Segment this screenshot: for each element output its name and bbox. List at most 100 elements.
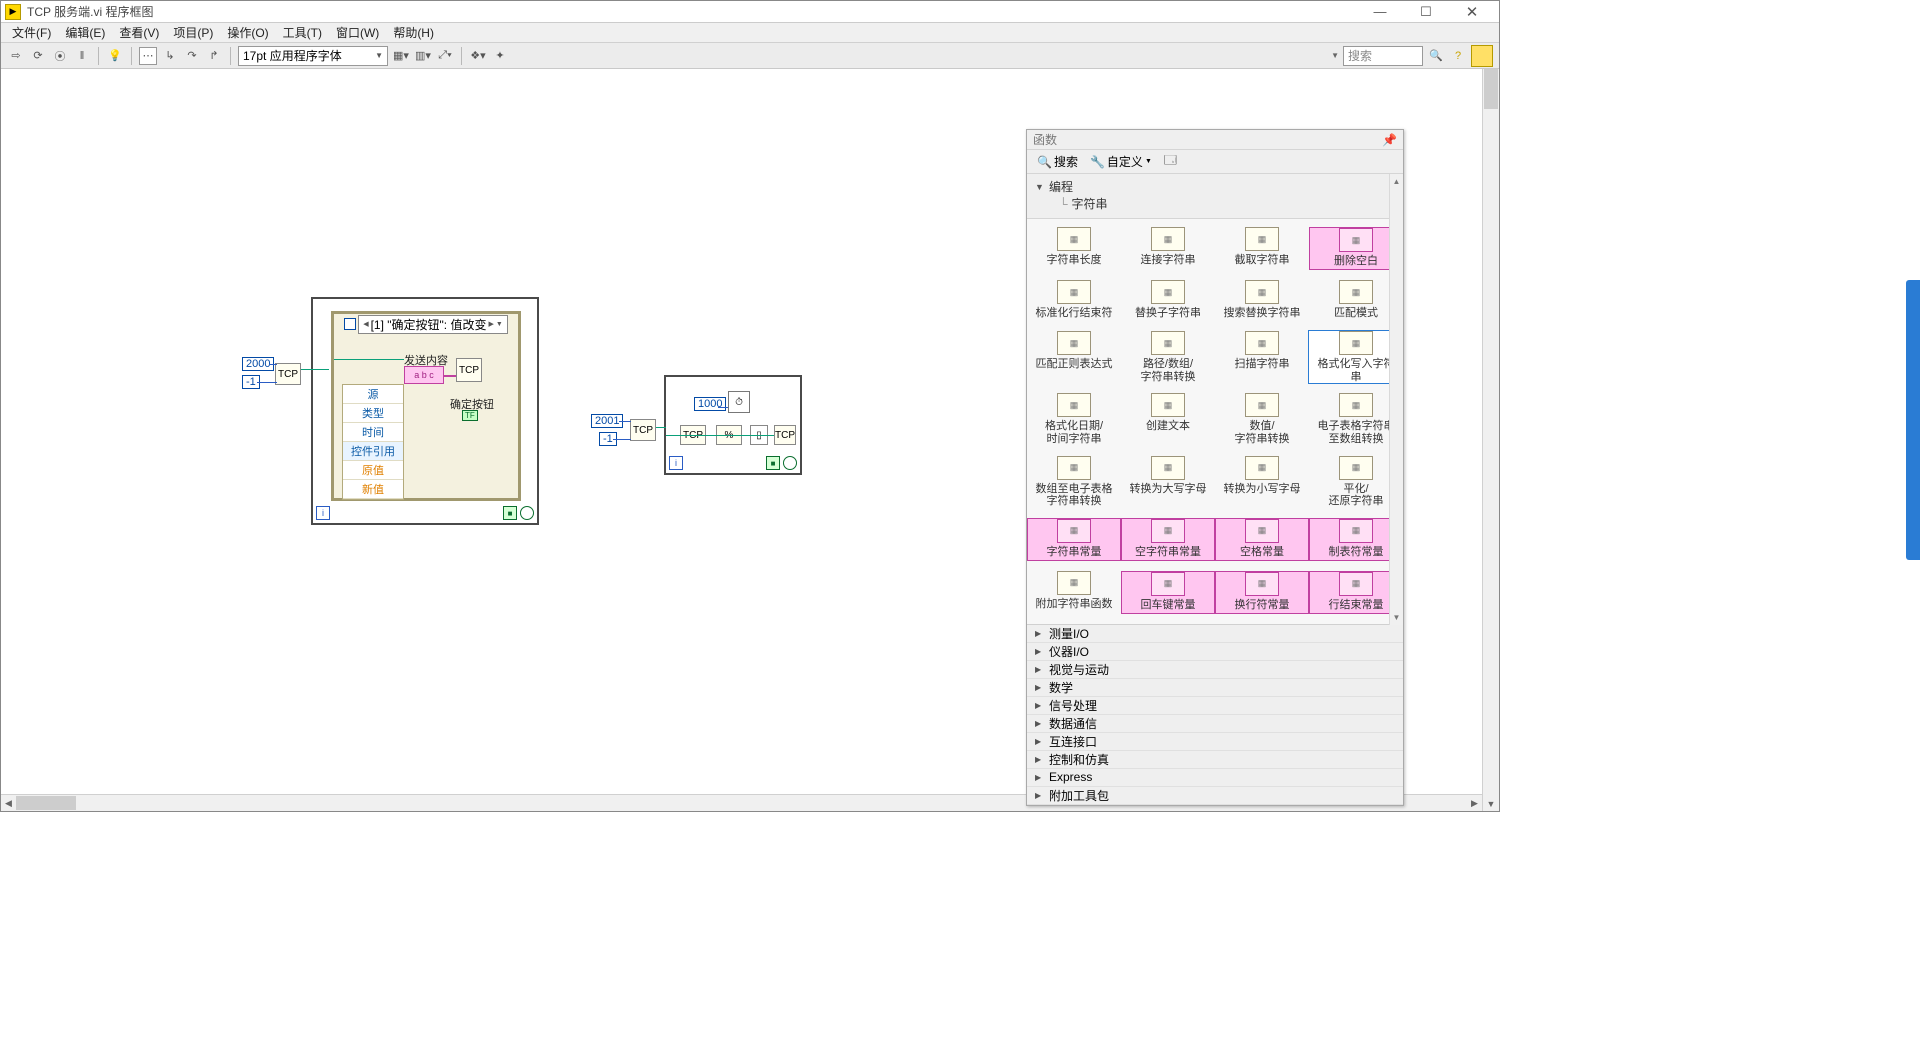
tcp-listen-node[interactable]: TCP [275, 363, 301, 385]
scroll-left-icon[interactable]: ◀ [1, 795, 16, 811]
palette-item-12[interactable]: ▦格式化日期/时间字符串 [1027, 393, 1121, 445]
cleanup-button[interactable]: ✦ [491, 47, 509, 65]
palette-category-2[interactable]: ▶视觉与运动 [1027, 661, 1403, 679]
v-scrollbar[interactable]: ▲ ▼ [1482, 69, 1499, 811]
loop1-stop-terminal[interactable]: ■ [503, 506, 517, 520]
run-cont-button[interactable]: ⟳ [29, 47, 47, 65]
font-selector[interactable]: 17pt 应用程序字体 ▼ [238, 46, 388, 66]
tcp-write-node[interactable]: TCP [456, 358, 482, 382]
chevron-down-icon: ▼ [375, 51, 383, 60]
tcp-close-node[interactable]: TCP [774, 425, 796, 445]
tcp-open-node[interactable]: TCP [630, 419, 656, 441]
ev-type: 类型 [343, 404, 403, 423]
palette-item-icon: ▦ [1245, 280, 1279, 304]
menu-edit[interactable]: 编辑(E) [60, 23, 110, 42]
palette-category-4[interactable]: ▶信号处理 [1027, 697, 1403, 715]
step-into-button[interactable]: ↳ [161, 47, 179, 65]
side-tab[interactable] [1906, 280, 1920, 560]
vi-icon[interactable] [1471, 45, 1493, 67]
palette-item-24[interactable]: ▦附加字符串函数 [1027, 571, 1121, 614]
palette-item-16[interactable]: ▦数组至电子表格字符串转换 [1027, 456, 1121, 508]
event-case-header[interactable]: ◀[1] "确定按钮": 值改变▶▼ [336, 316, 516, 332]
palette-category-7[interactable]: ▶控制和仿真 [1027, 751, 1403, 769]
loop1-cond[interactable] [520, 506, 534, 520]
reorder-button[interactable]: ❖▾ [469, 47, 487, 65]
block-diagram-canvas[interactable]: 2000 -1 TCP ◀[1] "确定按钮": 值改变▶▼ 发送内容 a b … [1, 69, 1482, 811]
palette-category-3[interactable]: ▶数学 [1027, 679, 1403, 697]
palette-item-label: 空格常量 [1240, 546, 1284, 560]
tree-sub[interactable]: └ 字符串 [1035, 195, 1403, 212]
menu-help[interactable]: 帮助(H) [388, 23, 439, 42]
scroll-down-icon[interactable]: ▼ [1483, 796, 1499, 811]
palette-item-26[interactable]: ▦换行符常量 [1215, 571, 1309, 614]
palette-item-14[interactable]: ▦数值/字符串转换 [1215, 393, 1309, 445]
palette-item-25[interactable]: ▦回车键常量 [1121, 571, 1215, 614]
minimize-button[interactable]: — [1357, 4, 1403, 19]
search-icon[interactable]: 🔍 [1427, 47, 1445, 65]
palette-item-9[interactable]: ▦路径/数组/字符串转换 [1121, 331, 1215, 383]
run-button[interactable]: ⇨ [7, 47, 25, 65]
h-scroll-thumb[interactable] [16, 796, 76, 810]
menu-window[interactable]: 窗口(W) [331, 23, 384, 42]
pause-button[interactable]: ‖ [73, 47, 91, 65]
send-content-control[interactable]: a b c [404, 366, 444, 384]
chevron-down-icon[interactable]: ▼ [1331, 51, 1339, 60]
tree-root[interactable]: ▼编程 [1035, 178, 1403, 195]
palette-item-21[interactable]: ▦空字符串常量 [1121, 518, 1215, 561]
palette-item-18[interactable]: ▦转换为小写字母 [1215, 456, 1309, 508]
pin-icon[interactable]: 📌 [1382, 133, 1397, 147]
menu-view[interactable]: 查看(V) [114, 23, 164, 42]
palette-item-2[interactable]: ▦截取字符串 [1215, 227, 1309, 270]
palette-category-9[interactable]: ▶附加工具包 [1027, 787, 1403, 805]
maximize-button[interactable]: ☐ [1403, 4, 1449, 20]
toolbar-search[interactable]: 搜索 [1343, 46, 1423, 66]
palette-category-6[interactable]: ▶互连接口 [1027, 733, 1403, 751]
palette-item-10[interactable]: ▦扫描字符串 [1215, 331, 1309, 383]
v-scroll-thumb[interactable] [1484, 69, 1498, 109]
help-icon[interactable]: ? [1449, 47, 1467, 65]
align-button[interactable]: ▦▾ [392, 47, 410, 65]
scroll-up-icon[interactable]: ▲ [1390, 174, 1403, 188]
loop2-cond[interactable] [783, 456, 797, 470]
step-over-button[interactable]: ↷ [183, 47, 201, 65]
menu-file[interactable]: 文件(F) [7, 23, 56, 42]
palette-item-4[interactable]: ▦标准化行结束符 [1027, 280, 1121, 321]
scroll-down-icon[interactable]: ▼ [1390, 611, 1403, 625]
ok-button-terminal[interactable]: TF [462, 410, 478, 421]
scroll-right-icon[interactable]: ▶ [1467, 795, 1482, 811]
const-1000[interactable]: 1000 [694, 397, 726, 411]
close-button[interactable]: ✕ [1449, 3, 1495, 21]
step-out-button[interactable]: ↱ [205, 47, 223, 65]
retain-wire-button[interactable]: ⋯ [139, 47, 157, 65]
while-loop-1[interactable]: ◀[1] "确定按钮": 值改变▶▼ 发送内容 a b c TCP 确定按钮 T… [311, 297, 539, 525]
bulb-icon[interactable]: 💡 [106, 47, 124, 65]
palette-item-0[interactable]: ▦字符串长度 [1027, 227, 1121, 270]
menu-project[interactable]: 项目(P) [168, 23, 218, 42]
palette-item-20[interactable]: ▦字符串常量 [1027, 518, 1121, 561]
palette-search[interactable]: 🔍 搜索 [1033, 153, 1082, 170]
palette-category-1[interactable]: ▶仪器I/O [1027, 643, 1403, 661]
event-structure[interactable]: ◀[1] "确定按钮": 值改变▶▼ 发送内容 a b c TCP 确定按钮 T… [331, 311, 521, 501]
palette-item-6[interactable]: ▦搜索替换字符串 [1215, 280, 1309, 321]
wait-ms-node[interactable]: ⏱ [728, 391, 750, 413]
palette-category-8[interactable]: ▶Express [1027, 769, 1403, 787]
menu-tools[interactable]: 工具(T) [278, 23, 327, 42]
distribute-button[interactable]: ▥▾ [414, 47, 432, 65]
palette-item-17[interactable]: ▦转换为大写字母 [1121, 456, 1215, 508]
palette-scrollbar[interactable]: ▲ ▼ [1389, 174, 1403, 625]
abort-button[interactable]: ⦿ [51, 47, 69, 65]
loop2-stop-terminal[interactable]: ■ [766, 456, 780, 470]
palette-category-5[interactable]: ▶数据通信 [1027, 715, 1403, 733]
menu-operate[interactable]: 操作(O) [222, 23, 273, 42]
category-label: 视觉与运动 [1049, 661, 1109, 678]
palette-item-13[interactable]: ▦创建文本 [1121, 393, 1215, 445]
palette-item-5[interactable]: ▦替换子字符串 [1121, 280, 1215, 321]
palette-customize[interactable]: 🔧 自定义 ▼ [1086, 153, 1156, 170]
palette-view-button[interactable]: 🗔 [1160, 151, 1181, 172]
palette-item-22[interactable]: ▦空格常量 [1215, 518, 1309, 561]
while-loop-2[interactable]: 1000 ⏱ TCP % ▯ TCP i ■ [664, 375, 802, 475]
palette-category-0[interactable]: ▶测量I/O [1027, 625, 1403, 643]
palette-item-1[interactable]: ▦连接字符串 [1121, 227, 1215, 270]
resize-button[interactable]: ⤢▾ [436, 47, 454, 65]
palette-item-8[interactable]: ▦匹配正则表达式 [1027, 331, 1121, 383]
